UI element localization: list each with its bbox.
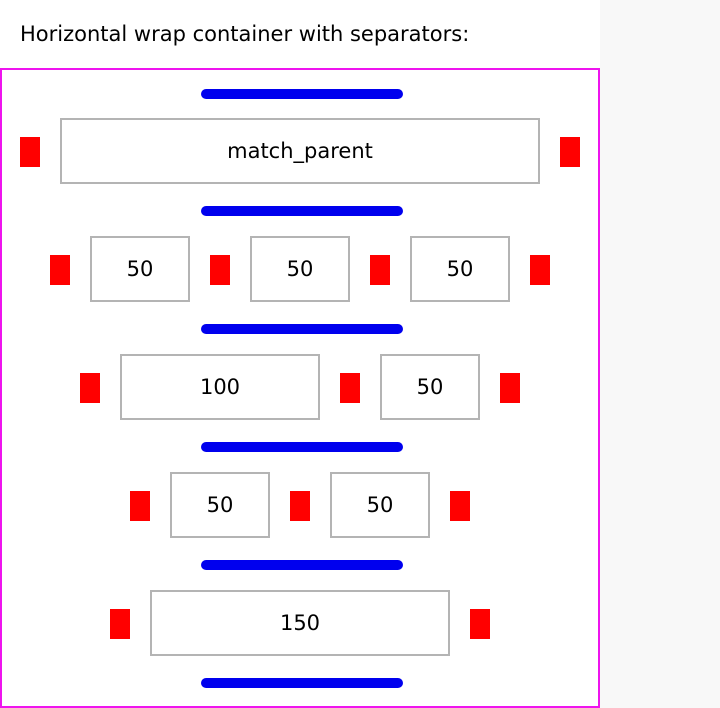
item-separator xyxy=(450,491,470,521)
item-separator xyxy=(80,373,100,403)
item-separator xyxy=(50,255,70,285)
wrap-container: match_parent 50 50 50 100 50 50 50 150 xyxy=(0,68,600,708)
line-separator xyxy=(201,206,403,216)
item-separator xyxy=(110,609,130,639)
item-separator xyxy=(370,255,390,285)
wrap-item-50: 50 xyxy=(380,354,480,420)
item-separator xyxy=(210,255,230,285)
item-separator xyxy=(530,255,550,285)
line-separator xyxy=(201,678,403,688)
line-separator xyxy=(201,442,403,452)
item-separator xyxy=(560,137,580,167)
item-separator xyxy=(500,373,520,403)
line-separator xyxy=(201,89,403,99)
wrap-item-50: 50 xyxy=(90,236,190,302)
item-separator xyxy=(470,609,490,639)
line-separator xyxy=(201,324,403,334)
wrap-item-100: 100 xyxy=(120,354,320,420)
wrap-item-50: 50 xyxy=(170,472,270,538)
page: Horizontal wrap container with separator… xyxy=(0,0,600,708)
item-separator xyxy=(20,137,40,167)
wrap-item-150: 150 xyxy=(150,590,450,656)
item-separator xyxy=(340,373,360,403)
item-separator xyxy=(130,491,150,521)
wrap-item-match-parent: match_parent xyxy=(60,118,540,184)
wrap-item-50: 50 xyxy=(330,472,430,538)
wrap-item-50: 50 xyxy=(250,236,350,302)
line-separator xyxy=(201,560,403,570)
page-title: Horizontal wrap container with separator… xyxy=(20,22,470,46)
item-separator xyxy=(290,491,310,521)
wrap-item-50: 50 xyxy=(410,236,510,302)
